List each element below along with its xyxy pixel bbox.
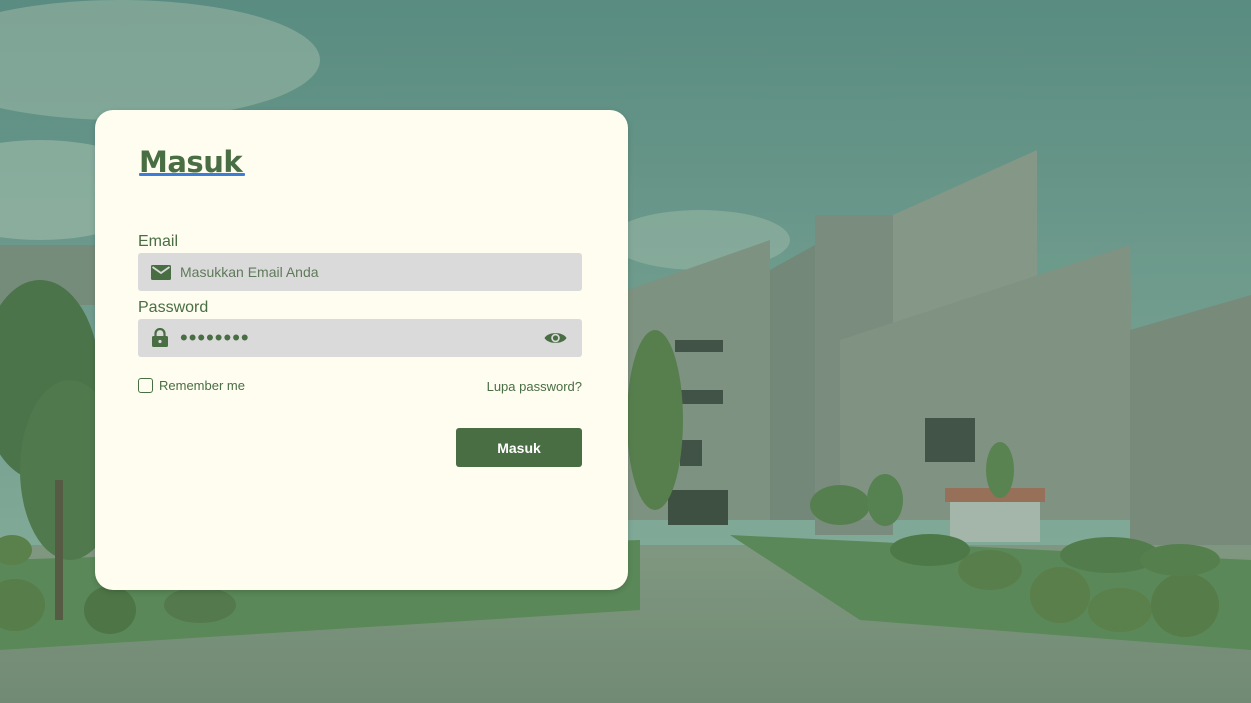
remember-me[interactable]: Remember me bbox=[138, 378, 245, 393]
lock-icon bbox=[152, 328, 168, 347]
login-page: Masuk Email Password bbox=[0, 0, 1251, 703]
password-field-container bbox=[138, 319, 582, 357]
title-underline bbox=[139, 173, 245, 176]
remember-me-label: Remember me bbox=[159, 378, 245, 393]
password-label: Password bbox=[138, 299, 209, 316]
remember-me-checkbox[interactable] bbox=[138, 378, 153, 393]
login-card: Masuk Email Password bbox=[95, 110, 628, 590]
email-field-container bbox=[138, 253, 582, 291]
mail-icon bbox=[151, 265, 171, 280]
password-input[interactable] bbox=[180, 319, 530, 357]
email-label: Email bbox=[138, 233, 179, 250]
login-button[interactable]: Masuk bbox=[456, 428, 582, 467]
eye-icon[interactable] bbox=[544, 330, 567, 346]
forgot-password-link[interactable]: Lupa password? bbox=[487, 379, 582, 394]
email-input[interactable] bbox=[180, 253, 570, 291]
